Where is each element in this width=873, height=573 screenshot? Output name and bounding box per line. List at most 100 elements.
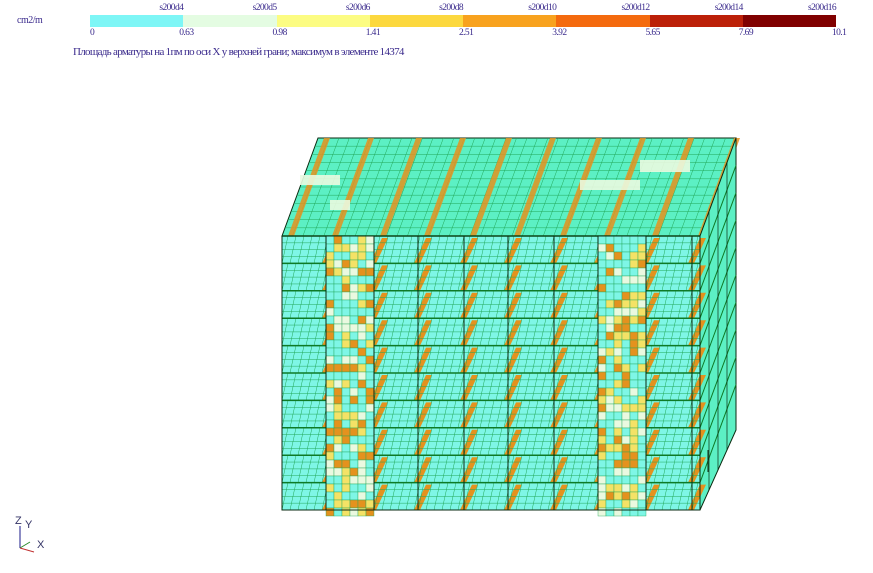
core-wall-cell [325,371,335,381]
core-wall-cell [637,315,647,325]
building-model-view[interactable] [0,0,873,573]
core-wall-cell [357,267,367,277]
core-wall-cell [325,267,335,277]
core-wall-cell [333,419,343,429]
core-wall-cell [613,451,623,461]
core-wall-cell [637,275,647,285]
core-wall-cell [605,451,615,461]
core-wall-cell [333,411,343,421]
core-wall-cell [333,331,343,341]
core-wall-cell [365,347,375,357]
core-wall-cell [341,507,351,517]
core-wall-cell [621,331,631,341]
core-wall-cell [325,235,335,245]
core-wall-cell [613,275,623,285]
core-wall-cell [629,323,639,333]
core-wall-cell [357,467,367,477]
core-wall-cell [621,307,631,317]
core-wall-cell [629,499,639,509]
core-wall-cell [325,243,335,253]
core-wall-cell [333,395,343,405]
core-wall-cell [357,411,367,421]
core-wall-cell [629,251,639,261]
core-wall-cell [637,299,647,309]
core-wall-cell [365,355,375,365]
core-wall-cell [341,483,351,493]
core-wall-cell [605,259,615,269]
core-wall-cell [349,499,359,509]
core-wall-cell [357,419,367,429]
roof-patch [300,175,340,185]
core-wall-cell [621,371,631,381]
core-wall-cell [349,291,359,301]
x-axis-label: X [37,539,45,551]
core-wall-cell [605,427,615,437]
core-wall-cell [597,315,607,325]
core-wall-cell [637,243,647,253]
core-wall-cell [637,451,647,461]
core-wall-cell [621,387,631,397]
core-wall-cell [597,307,607,317]
core-wall-cell [597,411,607,421]
core-wall-cell [349,387,359,397]
core-wall-cell [621,243,631,253]
core-wall-cell [605,251,615,261]
core-wall-cell [629,315,639,325]
core-wall-cell [613,267,623,277]
core-wall-cell [341,331,351,341]
core-wall-cell [341,299,351,309]
core-wall-cell [357,291,367,301]
core-wall-cell [333,387,343,397]
core-wall-cell [365,251,375,261]
core-wall-cell [605,507,615,517]
core-wall-cell [325,395,335,405]
core-wall-cell [637,291,647,301]
core-wall-cell [597,395,607,405]
core-wall-cell [333,435,343,445]
core-wall-cell [341,403,351,413]
core-wall-cell [637,443,647,453]
core-wall-cell [605,371,615,381]
core-wall-cell [357,499,367,509]
core-wall-cell [597,275,607,285]
core-wall-cell [613,507,623,517]
core-wall-cell [365,307,375,317]
core-wall-cell [341,355,351,365]
core-wall-cell [629,419,639,429]
core-wall-cell [341,395,351,405]
core-wall-cell [621,491,631,501]
core-wall-cell [637,435,647,445]
core-wall-cell [605,267,615,277]
core-wall-cell [349,259,359,269]
core-wall-cell [597,451,607,461]
core-wall-cell [325,387,335,397]
core-wall-cell [325,299,335,309]
core-wall-cell [613,307,623,317]
core-wall-cell [365,339,375,349]
core-wall-cell [325,323,335,333]
core-wall-cell [613,443,623,453]
core-wall-cell [349,379,359,389]
core-wall-cell [365,299,375,309]
core-wall-cell [349,283,359,293]
core-wall-cell [341,427,351,437]
core-wall-cell [349,483,359,493]
core-wall-cell [629,243,639,253]
core-wall-cell [637,499,647,509]
core-wall-cell [629,307,639,317]
core-wall-cell [613,323,623,333]
core-wall-cell [613,411,623,421]
core-wall-cell [333,283,343,293]
core-wall-cell [597,243,607,253]
core-wall-cell [341,339,351,349]
core-wall-cell [341,259,351,269]
core-wall-cell [333,275,343,285]
core-wall-cell [357,251,367,261]
core-wall-cell [333,483,343,493]
core-wall-cell [621,291,631,301]
core-wall-cell [341,275,351,285]
core-wall-cell [357,323,367,333]
core-wall-cell [637,259,647,269]
core-wall-cell [637,347,647,357]
core-wall-cell [365,291,375,301]
